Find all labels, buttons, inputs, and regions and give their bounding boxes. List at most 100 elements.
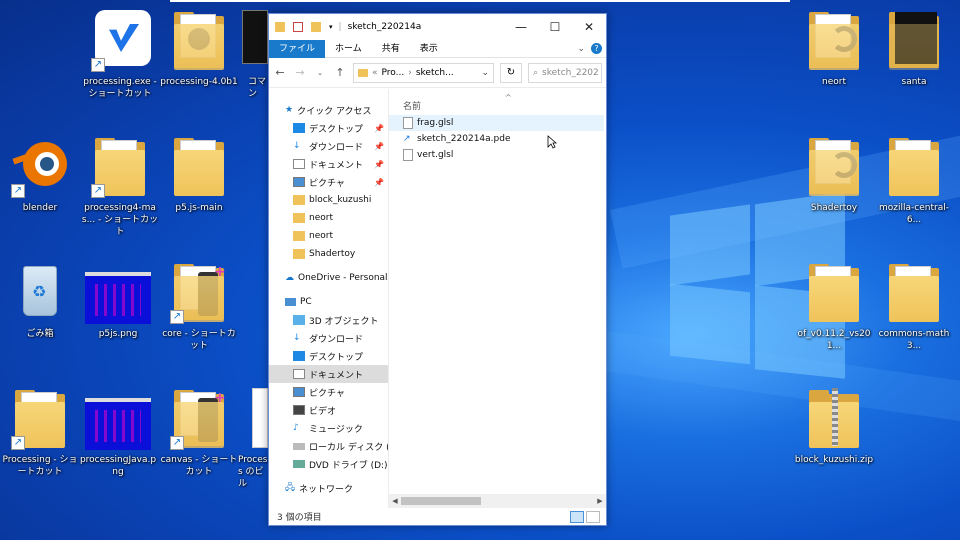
desktop-icon-blender[interactable]: ↗ blender [0, 136, 80, 214]
horizontal-scrollbar[interactable]: ◀ ▶ [389, 494, 606, 508]
file-row-vert-glsl[interactable]: vert.glsl [389, 147, 604, 163]
tab-view[interactable]: 表示 [410, 40, 448, 58]
desktop-icon-shadertoy[interactable]: Shadertoy [794, 136, 874, 214]
desktop-icon-p5js-png[interactable]: p5js.png [78, 262, 158, 340]
new-folder-icon[interactable] [311, 22, 321, 32]
file-explorer-window[interactable]: ▾ | sketch_220214a — ☐ ✕ ファイル ホーム 共有 表示 … [268, 13, 607, 526]
nav-item-dvd-drive[interactable]: DVD ドライブ (D:) ESD [269, 455, 388, 473]
file-list-pane[interactable]: ^ 名前 frag.glsl ↗ sketch_220214a.pde vert… [389, 89, 606, 508]
breadcrumb-segment[interactable]: Pro... [382, 68, 405, 78]
document-icon [238, 388, 268, 450]
nav-item-neort[interactable]: neort [269, 227, 388, 245]
desktop-icon-of-v0-11-2[interactable]: of_v0.11.2_vs201... [794, 262, 874, 352]
nav-item-downloads[interactable]: ↓ ダウンロード 📌 [269, 137, 388, 155]
forward-arrow-icon[interactable]: → [293, 66, 307, 79]
desktop-icon-label: Process のビル [238, 455, 268, 489]
title-bar[interactable]: ▾ | sketch_220214a — ☐ ✕ [269, 14, 606, 40]
desktop-icon-block-kuzushi-zip[interactable]: block_kuzushi.zip [794, 388, 874, 466]
network-icon: 🖧 [285, 483, 296, 493]
desktop-icon-mozilla-central[interactable]: mozilla-central-6... [874, 136, 954, 226]
nav-quick-access[interactable]: ★ クイック アクセス [269, 101, 388, 119]
address-dropdown-icon[interactable]: ⌄ [481, 68, 489, 78]
nav-label: ローカル ディスク (C:) [309, 442, 388, 453]
nav-label: PC [300, 297, 312, 307]
desktop-icon-process-build[interactable]: Process のビル [238, 388, 268, 490]
nav-item-block-kuzushi[interactable]: block_kuzushi [269, 191, 388, 209]
close-button[interactable]: ✕ [572, 14, 606, 40]
refresh-button[interactable]: ↻ [500, 62, 522, 83]
ribbon-expand-icon[interactable]: ⌄ [577, 44, 585, 54]
nav-label: ピクチャ [309, 388, 345, 399]
desktop-icon-console[interactable]: コマン [238, 10, 268, 100]
desktop-icon-santa[interactable]: santa [874, 10, 954, 88]
up-arrow-icon[interactable]: ↑ [333, 66, 347, 79]
nav-item-pc-pictures[interactable]: ピクチャ [269, 383, 388, 401]
nav-label: ダウンロード [309, 334, 364, 345]
folder-icon [170, 136, 228, 198]
nav-item-documents[interactable]: ドキュメント 📌 [269, 155, 388, 173]
nav-item-neort[interactable]: neort [269, 209, 388, 227]
tab-file[interactable]: ファイル [269, 39, 326, 58]
folder-icon [293, 213, 305, 223]
desktop-icon-label: コマン [248, 77, 267, 99]
desktop-icon-processingjava-png[interactable]: processingJava.png [78, 388, 158, 478]
nav-item-local-disk[interactable]: ローカル ディスク (C:) [269, 437, 388, 455]
desktop-icon-processing-4-0b1[interactable]: processing-4.0b1 [159, 10, 239, 88]
desktop-icon-processing-exe[interactable]: ↗ processing.exe - ショートカット [80, 10, 160, 100]
properties-icon[interactable] [293, 22, 303, 32]
desktop-icon-processing-shortcut[interactable]: ↗ Processing - ショートカット [0, 388, 80, 478]
desktop-icon-neort[interactable]: neort [794, 10, 874, 88]
download-arrow-icon: ↓ [293, 141, 301, 151]
details-view-icon[interactable] [570, 510, 584, 523]
recent-locations-icon[interactable]: ⌄ [313, 69, 327, 77]
folder-icon [170, 10, 228, 72]
desktop-icon-commons-math3[interactable]: commons-math3... [874, 262, 954, 352]
desktop-icon-recycle-bin[interactable]: ♻ ごみ箱 [0, 262, 80, 340]
scrollbar-track[interactable] [401, 497, 594, 505]
download-arrow-icon: ↓ [293, 333, 301, 343]
minimize-button[interactable]: — [504, 14, 538, 40]
nav-item-shadertoy[interactable]: Shadertoy [269, 245, 388, 263]
nav-item-pictures[interactable]: ピクチャ 📌 [269, 173, 388, 191]
tab-home[interactable]: ホーム [325, 40, 372, 58]
folder-icon [805, 10, 863, 72]
scroll-left-icon[interactable]: ◀ [389, 497, 401, 505]
desktop-icon-canvas[interactable]: + ↗ canvas - ショートカット [159, 388, 239, 478]
desktop-icon-p5js-main[interactable]: p5.js-main [159, 136, 239, 214]
desktop-icon-core[interactable]: + ↗ core - ショートカット [159, 262, 239, 352]
desktop-icon-label: core - ショートカット [162, 329, 236, 351]
quick-access-dropdown-icon[interactable]: ▾ [329, 23, 333, 31]
file-row-sketch-pde[interactable]: ↗ sketch_220214a.pde [389, 131, 604, 147]
folder-icon [885, 262, 943, 324]
desktop-icon-label: blender [22, 203, 58, 213]
nav-item-pc-downloads[interactable]: ↓ ダウンロード [269, 329, 388, 347]
search-input[interactable]: ⌕ sketch_2202 [528, 62, 602, 83]
nav-onedrive[interactable]: ☁ OneDrive - Personal [269, 269, 388, 287]
nav-item-pc-desktop[interactable]: デスクトップ [269, 347, 388, 365]
large-icons-view-icon[interactable] [586, 510, 600, 523]
navigation-pane[interactable]: ★ クイック アクセス デスクトップ 📌 ↓ ダウンロード 📌 ドキュメント 📌… [269, 89, 389, 508]
help-icon[interactable]: ? [591, 43, 602, 54]
nav-item-desktop[interactable]: デスクトップ 📌 [269, 119, 388, 137]
nav-item-music[interactable]: ♪ ミュージック [269, 419, 388, 437]
scrollbar-thumb[interactable] [401, 497, 481, 505]
file-row-frag-glsl[interactable]: frag.glsl [389, 115, 604, 131]
back-arrow-icon[interactable]: ← [273, 66, 287, 79]
nav-item-3d-objects[interactable]: 3D オブジェクト [269, 311, 388, 329]
maximize-button[interactable]: ☐ [538, 14, 572, 40]
breadcrumb-segment[interactable]: sketch... [416, 68, 454, 78]
address-field[interactable]: « Pro... › sketch... ⌄ [353, 62, 494, 83]
folder-icon: ↗ [11, 388, 69, 450]
nav-pc[interactable]: PC [269, 293, 388, 311]
ribbon-tabs: ファイル ホーム 共有 表示 ⌄ ? [269, 39, 606, 58]
nav-item-pc-documents[interactable]: ドキュメント [269, 365, 388, 383]
divider: | [338, 22, 342, 32]
folder-icon [885, 10, 943, 72]
tab-share[interactable]: 共有 [372, 40, 410, 58]
document-icon [403, 149, 413, 161]
nav-item-videos[interactable]: ビデオ [269, 401, 388, 419]
desktop-icon-processing4-master[interactable]: ↗ processing4-mas... - ショートカット [80, 136, 160, 238]
scroll-right-icon[interactable]: ▶ [594, 497, 606, 505]
column-header-name[interactable]: ^ 名前 [389, 93, 606, 115]
nav-network[interactable]: 🖧 ネットワーク [269, 479, 388, 497]
